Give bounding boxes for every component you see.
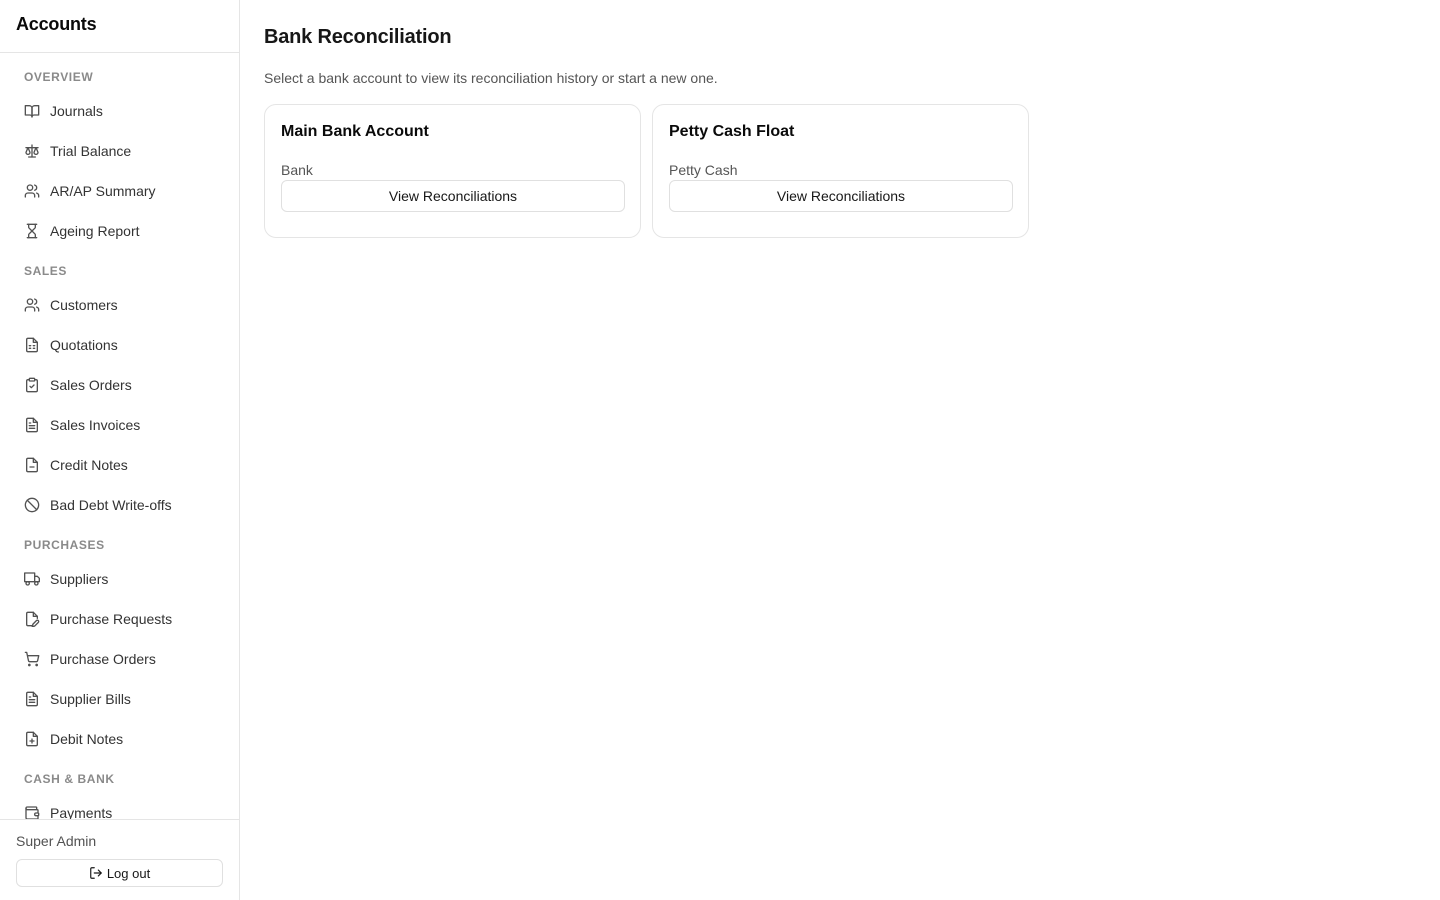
nav-section-cash-bank: CASH & BANK Payments bbox=[8, 771, 231, 819]
view-reconciliations-button[interactable]: View Reconciliations bbox=[281, 180, 625, 212]
sidebar-item-sales-orders[interactable]: Sales Orders bbox=[8, 365, 231, 405]
file-spreadsheet-icon bbox=[24, 337, 40, 353]
sidebar-item-debit-notes[interactable]: Debit Notes bbox=[8, 719, 231, 759]
file-text-icon bbox=[24, 417, 40, 433]
wallet-icon bbox=[24, 805, 40, 819]
sidebar-item-payments[interactable]: Payments bbox=[8, 793, 231, 819]
sidebar-item-quotations[interactable]: Quotations bbox=[8, 325, 231, 365]
section-label: OVERVIEW bbox=[24, 70, 94, 84]
sidebar-item-label: Purchase Orders bbox=[50, 651, 156, 667]
sidebar-item-customers[interactable]: Customers bbox=[8, 285, 231, 325]
sidebar-item-label: Debit Notes bbox=[50, 731, 124, 747]
main-content: Bank Reconciliation Select a bank accoun… bbox=[240, 0, 1440, 900]
sidebar-item-label: Customers bbox=[50, 297, 118, 313]
sidebar-item-ar-ap-summary[interactable]: AR/AP Summary bbox=[8, 171, 231, 211]
user-name: Super Admin bbox=[16, 833, 97, 849]
sidebar-footer: Super Admin Log out bbox=[0, 819, 239, 900]
log-out-icon bbox=[89, 866, 107, 880]
nav-section-purchases: PURCHASES Suppliers Purchase Requests Purch… bbox=[8, 537, 231, 759]
shopping-cart-icon bbox=[24, 651, 40, 667]
sidebar-item-label: Quotations bbox=[50, 337, 118, 353]
book-open-icon bbox=[24, 103, 40, 119]
account-type: Bank bbox=[281, 162, 313, 178]
sidebar-item-label: AR/AP Summary bbox=[50, 183, 156, 199]
app-title: Accounts bbox=[16, 14, 97, 34]
sidebar-item-label: Supplier Bills bbox=[50, 691, 131, 707]
section-label: SALES bbox=[24, 264, 68, 278]
sidebar-header: Accounts bbox=[0, 0, 239, 53]
account-name: Petty Cash Float bbox=[669, 123, 795, 140]
account-name: Main Bank Account bbox=[281, 123, 429, 140]
logout-label: Log out bbox=[106, 865, 151, 881]
view-reconciliations-button[interactable]: View Reconciliations bbox=[669, 180, 1013, 212]
sidebar-item-journals[interactable]: Journals bbox=[8, 91, 231, 131]
sidebar-item-ageing-report[interactable]: Ageing Report bbox=[8, 211, 231, 251]
sidebar-item-label: Ageing Report bbox=[50, 223, 140, 239]
page-title: Bank Reconciliation bbox=[264, 26, 452, 48]
logout-button[interactable]: Log out bbox=[16, 859, 223, 887]
sidebar-item-bad-debt-write-offs[interactable]: Bad Debt Write-offs bbox=[8, 485, 231, 525]
sidebar-item-purchase-requests[interactable]: Purchase Requests bbox=[8, 599, 231, 639]
sidebar-item-label: Bad Debt Write-offs bbox=[50, 497, 172, 513]
account-card: Main Bank Account Bank View Reconciliati… bbox=[264, 104, 641, 238]
account-card: Petty Cash Float Petty Cash View Reconci… bbox=[652, 104, 1029, 238]
sidebar-item-credit-notes[interactable]: Credit Notes bbox=[8, 445, 231, 485]
hourglass-icon bbox=[24, 223, 40, 239]
sidebar-item-supplier-bills[interactable]: Supplier Bills bbox=[8, 679, 231, 719]
section-label: PURCHASES bbox=[24, 538, 105, 552]
account-cards: Main Bank Account Bank View Reconciliati… bbox=[264, 104, 1416, 238]
clipboard-check-icon bbox=[24, 377, 40, 393]
sidebar-item-label: Sales Orders bbox=[50, 377, 132, 393]
file-text-icon bbox=[24, 691, 40, 707]
sidebar-item-label: Trial Balance bbox=[50, 143, 132, 159]
sidebar-item-sales-invoices[interactable]: Sales Invoices bbox=[8, 405, 231, 445]
file-pen-icon bbox=[24, 611, 40, 627]
ban-icon bbox=[24, 497, 40, 513]
sidebar-item-label: Sales Invoices bbox=[50, 417, 141, 433]
scale-icon bbox=[24, 143, 40, 159]
account-type: Petty Cash bbox=[669, 162, 738, 178]
sidebar-item-trial-balance[interactable]: Trial Balance bbox=[8, 131, 231, 171]
sidebar-item-label: Payments bbox=[50, 805, 113, 819]
sidebar-item-purchase-orders[interactable]: Purchase Orders bbox=[8, 639, 231, 679]
users-icon bbox=[24, 297, 40, 313]
file-minus-icon bbox=[24, 457, 40, 473]
sidebar: Accounts OVERVIEW Journals Trial Balance AR… bbox=[0, 0, 240, 900]
nav-section-overview: OVERVIEW Journals Trial Balance AR/AP Summa… bbox=[8, 69, 231, 251]
users-icon bbox=[24, 183, 40, 199]
sidebar-item-label: Suppliers bbox=[50, 571, 109, 587]
sidebar-item-suppliers[interactable]: Suppliers bbox=[8, 559, 231, 599]
nav-section-sales: SALES Customers Quotations Sales Orders Sale… bbox=[8, 263, 231, 525]
sidebar-item-label: Journals bbox=[50, 103, 103, 119]
truck-icon bbox=[24, 571, 40, 587]
sidebar-nav: OVERVIEW Journals Trial Balance AR/AP Summa… bbox=[0, 53, 239, 819]
sidebar-item-label: Credit Notes bbox=[50, 457, 128, 473]
sidebar-item-label: Purchase Requests bbox=[50, 611, 173, 627]
page-subtitle: Select a bank account to view its reconc… bbox=[264, 70, 718, 86]
file-plus-icon bbox=[24, 731, 40, 747]
section-label: CASH & BANK bbox=[24, 772, 115, 786]
